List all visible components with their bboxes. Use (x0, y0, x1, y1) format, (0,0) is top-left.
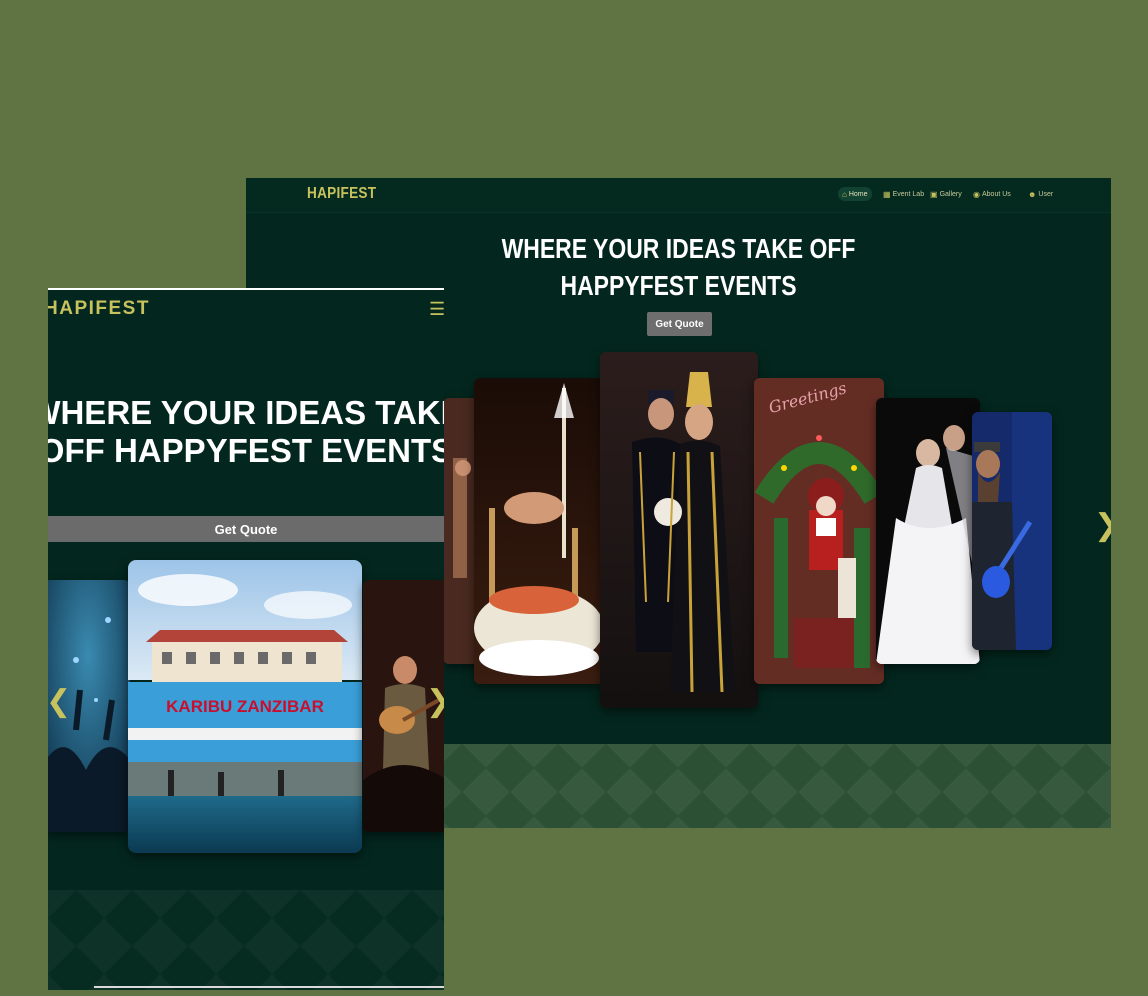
user-icon: ☻ (1028, 189, 1037, 199)
mobile-get-quote-button[interactable]: Get Quote (48, 516, 444, 542)
mobile-card-zanzibar[interactable]: KARIBU ZANZIBAR (128, 560, 362, 853)
desktop-carousel-next-icon[interactable]: ❯ (1094, 508, 1111, 543)
mobile-screenshot: HAPIFEST ☰ WHERE YOUR IDEAS TAKE OFF HAP… (48, 288, 444, 990)
gallery-card-christmas[interactable]: Greetings (754, 378, 884, 684)
home-icon: ⌂ (842, 189, 847, 199)
nav-gallery[interactable]: ▣ Gallery (926, 187, 966, 201)
document-icon: ▦ (883, 189, 891, 199)
nav-user-label: User (1038, 190, 1054, 198)
gallery-card-bride[interactable] (876, 398, 980, 664)
cake-sparkler-photo (474, 378, 604, 684)
christmas-santa-photo: Greetings (754, 378, 884, 684)
gallery-card-guitarist[interactable] (972, 412, 1052, 650)
desktop-get-quote-button[interactable]: Get Quote (647, 312, 712, 336)
karibu-zanzibar-sign: KARIBU ZANZIBAR (166, 697, 324, 716)
mobile-carousel-prev-icon[interactable]: ❮ (48, 684, 71, 719)
hamburger-menu-icon[interactable]: ☰ (429, 299, 444, 320)
wedding-couple-photo (600, 352, 758, 708)
mobile-home-indicator (94, 986, 444, 988)
nav-gallery-label: Gallery (939, 190, 962, 198)
desktop-navbar: HAPIFEST ⌂ Home ▦ Event Lab ▣ Gallery ◉ … (246, 178, 1111, 213)
hero-line-1: WHERE YOUR IDEAS TAKE OFF (501, 233, 856, 264)
nav-user[interactable]: ☻ User (1024, 187, 1057, 201)
nav-about-us[interactable]: ◉ About Us (969, 187, 1015, 201)
mobile-hero-title: WHERE YOUR IDEAS TAKE OFF HAPPYFEST EVEN… (48, 394, 444, 469)
nav-home-label: Home (848, 190, 868, 198)
nav-event-lab-label: Event Lab (892, 190, 925, 198)
nav-home[interactable]: ⌂ Home (838, 187, 872, 201)
info-icon: ◉ (973, 189, 980, 199)
gallery-card-cake[interactable] (474, 378, 604, 684)
gallery-card-wedding[interactable] (600, 352, 758, 708)
karibu-zanzibar-photo: KARIBU ZANZIBAR (128, 560, 362, 853)
mobile-carousel-next-icon[interactable]: ❯ (426, 684, 444, 719)
guitarist-photo (972, 412, 1052, 650)
gallery-icon: ▣ (930, 189, 938, 199)
mobile-logo[interactable]: HAPIFEST (48, 298, 150, 320)
bride-photo (876, 398, 980, 664)
mobile-footer-pattern (48, 890, 444, 990)
nav-about-us-label: About Us (981, 190, 1011, 198)
desktop-logo[interactable]: HAPIFEST (307, 185, 376, 203)
nav-event-lab[interactable]: ▦ Event Lab (879, 187, 928, 201)
